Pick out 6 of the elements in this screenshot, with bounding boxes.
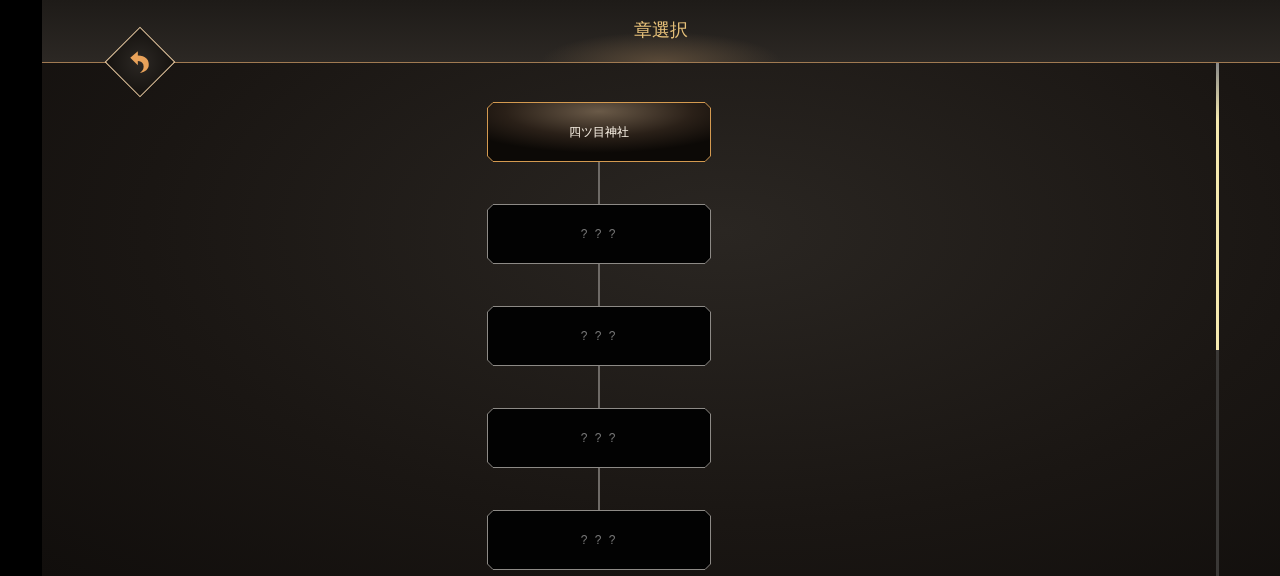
chapter-button[interactable]: ? ? ?: [487, 510, 711, 570]
chapter-button[interactable]: ? ? ?: [487, 306, 711, 366]
chapter-button[interactable]: 四ツ目神社: [487, 102, 711, 162]
chapter-button[interactable]: ? ? ?: [487, 408, 711, 468]
screen-title: 章選択: [634, 18, 688, 42]
chapter-button[interactable]: ? ? ?: [487, 204, 711, 264]
